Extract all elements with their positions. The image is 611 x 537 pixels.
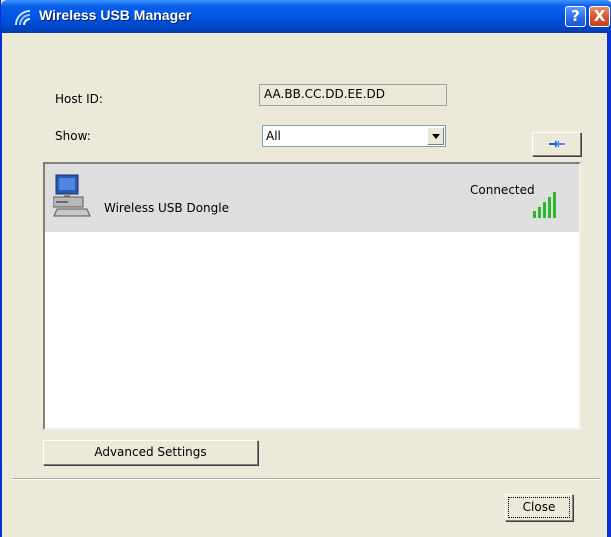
host-id-value: AA.BB.CC.DD.EE.DD	[264, 87, 385, 101]
signal-bar	[548, 197, 551, 218]
window-frame-left	[1, 33, 2, 537]
dropdown-arrow-button[interactable]	[427, 127, 444, 145]
refresh-button[interactable]	[532, 132, 581, 156]
signal-strength-icon	[533, 189, 559, 222]
host-id-label: Host ID:	[55, 92, 103, 106]
help-button[interactable]: ?	[565, 6, 586, 27]
dialog-window: Wireless USB Manager ? X Host ID: AA.BB.…	[0, 0, 611, 537]
wireless-icon	[13, 8, 35, 26]
help-icon: ?	[571, 7, 580, 25]
device-list[interactable]: Wireless USB Dongle Connected	[43, 162, 581, 430]
show-dropdown-value: All	[266, 129, 281, 143]
title-bar[interactable]: Wireless USB Manager ? X	[1, 0, 611, 33]
signal-bar	[533, 211, 536, 218]
show-label: Show:	[55, 129, 91, 143]
device-name: Wireless USB Dongle	[104, 201, 229, 215]
host-id-field: AA.BB.CC.DD.EE.DD	[259, 84, 447, 106]
title-close-button[interactable]: X	[589, 6, 610, 27]
chevron-down-icon	[432, 134, 440, 139]
refresh-icon	[549, 140, 565, 148]
window-frame-right	[607, 33, 611, 537]
advanced-settings-button[interactable]: Advanced Settings	[43, 440, 258, 465]
show-dropdown[interactable]: All	[262, 125, 446, 147]
device-status: Connected	[470, 183, 535, 197]
close-icon: X	[593, 7, 606, 25]
computer-icon	[52, 174, 91, 221]
device-row[interactable]: Wireless USB Dongle Connected	[45, 164, 579, 232]
signal-bar	[543, 202, 546, 218]
separator	[13, 478, 600, 480]
signal-bar	[538, 207, 541, 218]
window-title: Wireless USB Manager	[39, 7, 192, 23]
signal-bar	[553, 192, 556, 218]
close-button[interactable]: Close	[505, 494, 573, 521]
